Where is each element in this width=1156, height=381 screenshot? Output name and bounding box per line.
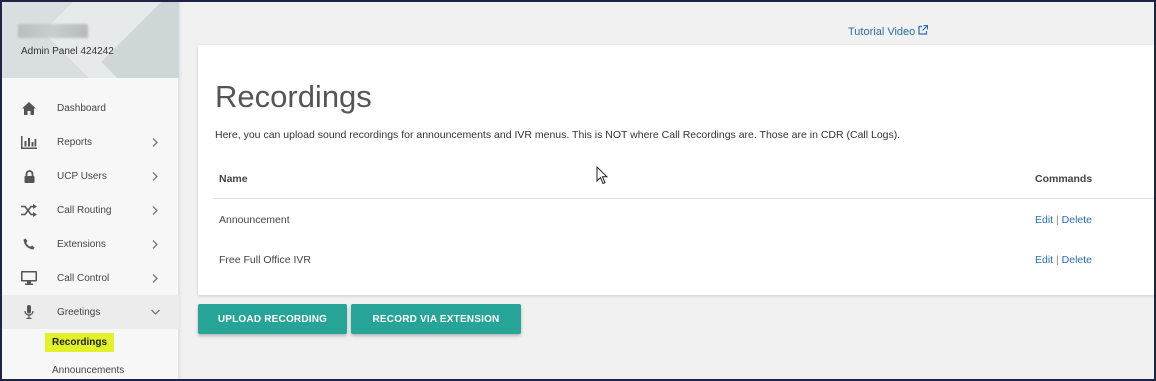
command-separator: |: [1056, 214, 1059, 226]
sidebar-item-label: Extensions: [57, 238, 106, 250]
sidebar-header: Admin Panel 424242: [2, 2, 179, 78]
column-header-commands: Commands: [1035, 173, 1093, 185]
tutorial-video-label: Tutorial Video: [848, 25, 916, 38]
sidebar-item-greetings[interactable]: Greetings: [2, 295, 179, 329]
edit-link[interactable]: Edit: [1035, 214, 1053, 226]
page-description: Here, you can upload sound recordings fo…: [215, 129, 901, 141]
delete-link[interactable]: Delete: [1062, 254, 1092, 266]
chevron-right-icon: [150, 137, 160, 147]
sidebar-item-label: Reports: [57, 136, 93, 148]
external-link-icon: [918, 24, 929, 38]
sidebar-item-label: Greetings: [57, 306, 101, 318]
tutorial-video-link[interactable]: Tutorial Video: [848, 24, 929, 38]
chevron-right-icon: [150, 205, 160, 215]
microphone-icon: [20, 303, 38, 321]
recording-name: Free Full Office IVR: [219, 254, 311, 266]
chevron-right-icon: [150, 273, 160, 283]
chevron-down-icon: [150, 307, 160, 317]
sidebar-item-extensions[interactable]: Extensions: [2, 227, 179, 261]
monitor-icon: [20, 269, 38, 287]
sidebar: Admin Panel 424242 Dashboard Reports UCP…: [2, 2, 179, 379]
admin-panel-label: Admin Panel 424242: [21, 46, 114, 57]
home-icon: [20, 99, 38, 117]
sidebar-item-ucp-users[interactable]: UCP Users: [2, 159, 179, 193]
chevron-right-icon: [150, 239, 160, 249]
lock-icon: [20, 167, 38, 185]
sidebar-item-dashboard[interactable]: Dashboard: [2, 91, 179, 125]
shuffle-icon: [20, 201, 38, 219]
column-header-name[interactable]: Name: [219, 173, 248, 185]
upload-recording-button[interactable]: UPLOAD RECORDING: [198, 304, 347, 334]
row-commands: Edit | Delete: [1035, 254, 1092, 266]
delete-link[interactable]: Delete: [1062, 214, 1092, 226]
redacted-account-name: [18, 24, 88, 38]
header-divider: [213, 198, 1154, 199]
command-separator: |: [1056, 254, 1059, 266]
sidebar-item-call-control[interactable]: Call Control: [2, 261, 179, 295]
chevron-right-icon: [150, 171, 160, 181]
sidebar-subitem-announcements[interactable]: Announcements: [52, 365, 124, 376]
page-title: Recordings: [215, 79, 372, 114]
sidebar-item-reports[interactable]: Reports: [2, 125, 179, 159]
app-window: Admin Panel 424242 Dashboard Reports UCP…: [2, 2, 1154, 379]
mouse-cursor-icon: [596, 165, 609, 190]
recordings-card: Recordings Here, you can upload sound re…: [198, 45, 1154, 295]
sidebar-item-label: Call Routing: [57, 204, 112, 216]
record-via-extension-button[interactable]: RECORD VIA EXTENSION: [351, 304, 521, 334]
bar-chart-icon: [20, 133, 38, 151]
row-commands: Edit | Delete: [1035, 214, 1092, 226]
sidebar-item-call-routing[interactable]: Call Routing: [2, 193, 179, 227]
sidebar-item-label: UCP Users: [57, 170, 107, 182]
sidebar-item-label: Call Control: [57, 272, 110, 284]
sidebar-nav: Dashboard Reports UCP Users Call Routing…: [2, 91, 179, 329]
recording-name: Announcement: [219, 214, 290, 226]
phone-icon: [20, 235, 38, 253]
sidebar-item-label: Dashboard: [57, 102, 106, 114]
sidebar-subitem-recordings[interactable]: Recordings: [45, 333, 115, 352]
edit-link[interactable]: Edit: [1035, 254, 1053, 266]
